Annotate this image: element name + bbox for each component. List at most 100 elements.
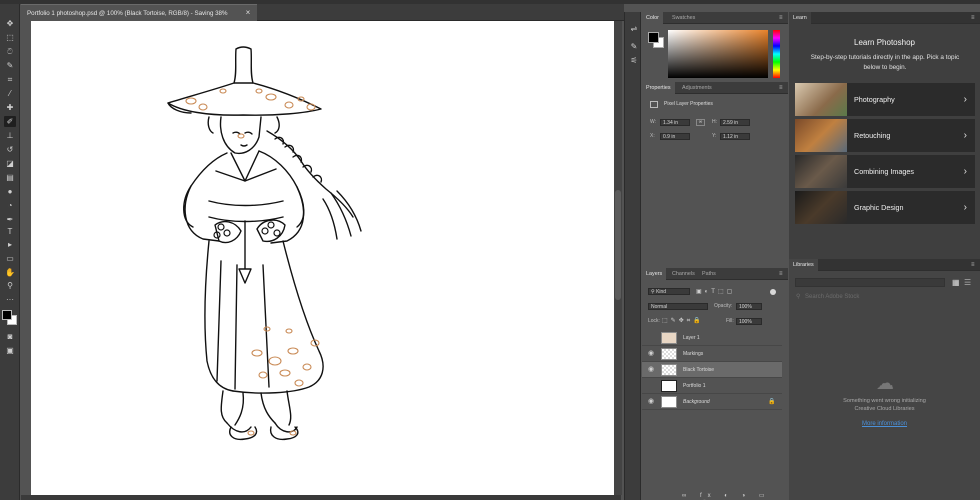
tab-properties[interactable]: Properties [642,82,675,94]
blur-tool-icon[interactable]: ● [4,186,16,197]
document-tab-title: Portfolio 1 photoshop.psd @ 100% (Black … [27,10,228,17]
pen-tool-icon[interactable]: ✒ [4,214,16,225]
rectangle-tool-icon[interactable]: ▭ [4,253,16,264]
panel-menu-icon[interactable]: ≡ [971,15,977,21]
cloud-error-icon: ☁ [876,373,894,393]
learn-topic-retouching[interactable]: Retouching › [795,119,975,152]
quick-select-tool-icon[interactable]: ✎ [4,60,16,71]
panel-menu-icon[interactable]: ≡ [779,85,785,91]
quick-mask-icon[interactable]: ◙ [4,331,16,342]
link-dimensions-icon[interactable]: ∞ [696,119,705,126]
layer-visibility-toggle[interactable] [648,382,656,390]
grid-view-icon[interactable]: ▦ [952,278,961,287]
canvas-scroll-thumb[interactable] [615,190,621,300]
tab-layers[interactable]: Layers [642,268,667,280]
dodge-tool-icon[interactable]: ◔ [4,200,16,211]
properties-panel: Properties Adjustments ≡ Pixel Layer Pro… [642,82,788,268]
tab-channels[interactable]: Channels [668,268,699,280]
layer-filter-value: Kind [656,289,667,295]
y-field[interactable]: 1.12 in [720,133,750,140]
tab-swatches[interactable]: Swatches [668,12,699,24]
history-brush-tool-icon[interactable]: ↺ [4,144,16,155]
layer-filter-select[interactable]: ⚲ Kind [648,288,690,295]
zoom-tool-icon[interactable]: ⚲ [4,280,16,291]
fill-field[interactable]: 100% [736,318,762,325]
topic-thumbnail [795,191,847,224]
panel-menu-icon[interactable]: ≡ [779,271,785,277]
gradient-tool-icon[interactable]: ▤ [4,172,16,183]
eye-icon[interactable]: ◉ [648,398,656,406]
tools-panel: ✥ ⬚ ට ✎ ⌗ ⁄ ✚ ✐ ⊥ ↺ ◪ ▤ ● ◔ ✒ T ▸ ▭ ✋ ⚲ … [0,4,20,500]
layer-row[interactable]: ◉ Black Tortoise [642,362,782,378]
healing-brush-tool-icon[interactable]: ✚ [4,102,16,113]
more-tools-icon[interactable]: ··· [4,294,16,305]
tab-color[interactable]: Color [642,12,663,24]
x-field[interactable]: 0.9 in [660,133,690,140]
opacity-field[interactable]: 100% [736,303,762,310]
move-tool-icon[interactable]: ✥ [4,18,16,29]
lock-options-icons[interactable]: ⬚✎✥⌗🔒 [662,318,718,325]
history-icon[interactable]: ⇌ [629,24,639,34]
layer-row[interactable]: Portfolio 1 [642,378,782,394]
tab-adjustments[interactable]: Adjustments [678,82,716,94]
document-tab[interactable]: Portfolio 1 photoshop.psd @ 100% (Black … [21,4,257,21]
artboard[interactable] [31,21,614,495]
brush-tool-icon[interactable]: ✐ [4,116,16,127]
learn-topic-label: Retouching [854,131,891,140]
stock-search-input[interactable]: Search Adobe Stock [795,292,975,302]
brush-settings-icon[interactable]: ✎ [629,42,639,52]
color-panel-header: Color Swatches ≡ [642,12,788,24]
status-bar [21,495,621,500]
layer-filter-icons[interactable]: ▣◐T⬚▢ [696,288,766,296]
crop-tool-icon[interactable]: ⌗ [4,74,16,85]
height-field[interactable]: 2.59 in [720,119,750,126]
more-information-link[interactable]: More information [789,420,980,428]
layer-row[interactable]: Layer 1 [642,330,782,346]
layers-list: Layer 1 ◉ Markings ◉ Black Tortoise Port… [642,330,782,414]
eye-icon[interactable]: ◉ [648,366,656,374]
library-select[interactable] [795,278,945,287]
eyedropper-tool-icon[interactable]: ⁄ [4,88,16,99]
hue-slider[interactable] [773,30,780,78]
clone-stamp-tool-icon[interactable]: ⊥ [4,130,16,141]
layer-visibility-toggle[interactable] [648,334,656,342]
color-field[interactable] [668,30,768,78]
list-view-icon[interactable]: ☰ [964,278,973,287]
lock-icon: 🔒 [768,399,776,405]
tab-libraries[interactable]: Libraries [789,259,818,271]
layer-thumbnail [661,332,677,344]
layer-thumbnail [661,396,677,408]
adjust-sliders-icon[interactable]: ⚟ [629,56,639,66]
layer-actions-icons[interactable]: ∞ fx ◐ ◑ ▭ ⊞ 🗑 [682,492,782,500]
color-foreground-swatch[interactable] [648,32,659,43]
eye-icon[interactable]: ◉ [648,350,656,358]
screen-mode-icon[interactable]: ▣ [4,345,16,356]
type-tool-icon[interactable]: T [4,226,16,237]
close-document-icon[interactable]: × [243,4,253,21]
layer-row[interactable]: ◉ Background 🔒 [642,394,782,410]
layer-row[interactable]: ◉ Markings [642,346,782,362]
panel-menu-icon[interactable]: ≡ [971,262,977,268]
width-field[interactable]: 1.34 in [660,119,690,126]
topic-thumbnail [795,83,847,116]
learn-topic-graphic-design[interactable]: Graphic Design › [795,191,975,224]
learn-topic-label: Combining Images [854,167,914,176]
character-drawing [167,46,362,441]
learn-topic-photography[interactable]: Photography › [795,83,975,116]
lasso-tool-icon[interactable]: ට [4,46,16,57]
foreground-color-swatch[interactable] [2,310,12,320]
panel-menu-icon[interactable]: ≡ [779,15,785,21]
properties-section-title: Pixel Layer Properties [664,101,713,107]
hand-tool-icon[interactable]: ✋ [4,267,16,278]
layer-name: Portfolio 1 [683,383,706,389]
learn-topic-combining-images[interactable]: Combining Images › [795,155,975,188]
tab-paths[interactable]: Paths [698,268,720,280]
eraser-tool-icon[interactable]: ◪ [4,158,16,169]
marquee-tool-icon[interactable]: ⬚ [4,32,16,43]
filter-toggle[interactable] [770,289,776,295]
learn-panel-header: Learn ≡ [789,12,980,24]
chevron-right-icon: › [963,130,967,141]
blend-mode-select[interactable]: Normal [648,303,708,310]
path-select-tool-icon[interactable]: ▸ [4,239,16,250]
tab-learn[interactable]: Learn [789,12,811,24]
